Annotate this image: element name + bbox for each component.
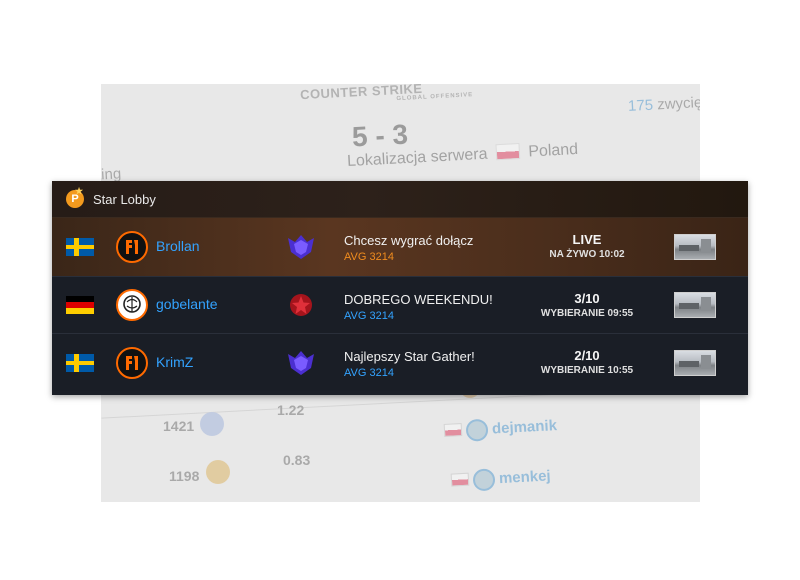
username: dejmanik <box>491 417 558 438</box>
map-thumbnail[interactable] <box>674 234 716 260</box>
panel-header: P ★ Star Lobby <box>52 181 748 218</box>
csgo-logo: COUNTER STRIKE GLOBAL OFFENSIVE <box>300 84 474 102</box>
lobby-row[interactable]: gobelante DOBREGO WEEKENDU! AVG 3214 3/1… <box>52 277 748 334</box>
stat-kdr-1: 1.22 <box>277 402 305 418</box>
star-lobby-icon: P ★ <box>66 186 84 208</box>
medal-icon <box>200 412 224 436</box>
lobby-avg: AVG 3214 <box>344 367 394 379</box>
fnatic-logo-icon <box>116 346 148 379</box>
sweden-flag-icon <box>66 238 94 256</box>
status-main: LIVE <box>572 232 602 247</box>
brain-logo-icon <box>116 289 148 321</box>
wins-number: 175 <box>627 96 654 115</box>
map-thumbnail[interactable] <box>674 349 716 376</box>
lobby-status: 3/10 WYBIERANIE 09:55 <box>512 291 662 319</box>
avatar <box>472 468 496 492</box>
purple-rank-icon <box>288 350 314 375</box>
stat-rating-2: 1198 <box>169 468 200 484</box>
poland-flag-icon <box>450 472 470 487</box>
status-main: 2/10 <box>574 348 600 363</box>
lobby-message: Najlepszy Star Gather! <box>344 349 475 364</box>
lobby-message: DOBREGO WEEKENDU! <box>344 292 493 307</box>
match-score: 5 - 3 <box>351 118 409 153</box>
player-name[interactable]: gobelante <box>156 296 218 312</box>
user-link[interactable]: menkej <box>450 465 551 492</box>
lobby-status: LIVE NA ŻYWO 10:02 <box>512 232 662 260</box>
lobby-message: Chcesz wygrać dołącz <box>344 233 474 248</box>
germany-flag-icon <box>66 296 94 314</box>
stat-kdr-2: 0.83 <box>283 452 311 468</box>
fnatic-logo-icon <box>116 231 148 263</box>
avatar <box>465 418 489 442</box>
player-name[interactable]: KrimZ <box>156 354 193 370</box>
status-sub: NA ŻYWO 10:02 <box>549 249 625 260</box>
poland-flag-icon <box>443 423 463 437</box>
red-rank-icon <box>290 294 312 316</box>
lobby-status: 2/10 WYBIERANIE 10:55 <box>512 348 662 376</box>
star-lobby-panel: P ★ Star Lobby Brollan Chcesz wygrać dołą… <box>52 181 748 395</box>
map-thumbnail[interactable] <box>674 292 716 318</box>
stat-rating-1: 1421 <box>163 418 195 434</box>
lobby-avg: AVG 3214 <box>344 251 394 263</box>
player-name[interactable]: Brollan <box>156 238 200 254</box>
status-sub: WYBIERANIE 10:55 <box>540 365 634 376</box>
stage: COUNTER STRIKE GLOBAL OFFENSIVE 175 zwyc… <box>0 0 800 580</box>
wins-count: 175 zwycię <box>628 94 700 115</box>
status-main: 3/10 <box>574 291 600 306</box>
status-sub: WYBIERANIE 09:55 <box>540 308 634 319</box>
user-link[interactable]: dejmanik <box>443 415 558 443</box>
panel-title: Star Lobby <box>93 191 156 207</box>
purple-rank-icon <box>288 235 314 259</box>
server-location-value: Poland <box>527 140 579 161</box>
sweden-flag-icon <box>66 353 94 372</box>
wins-label: zwycię <box>656 94 700 114</box>
poland-flag-icon <box>495 143 521 161</box>
username: menkej <box>498 467 552 488</box>
trophy-icon <box>206 460 230 484</box>
lobby-row[interactable]: Brollan Chcesz wygrać dołącz AVG 3214 LI… <box>52 218 748 277</box>
lobby-avg: AVG 3214 <box>344 310 394 322</box>
lobby-row[interactable]: KrimZ Najlepszy Star Gather! AVG 3214 2/… <box>52 334 748 391</box>
